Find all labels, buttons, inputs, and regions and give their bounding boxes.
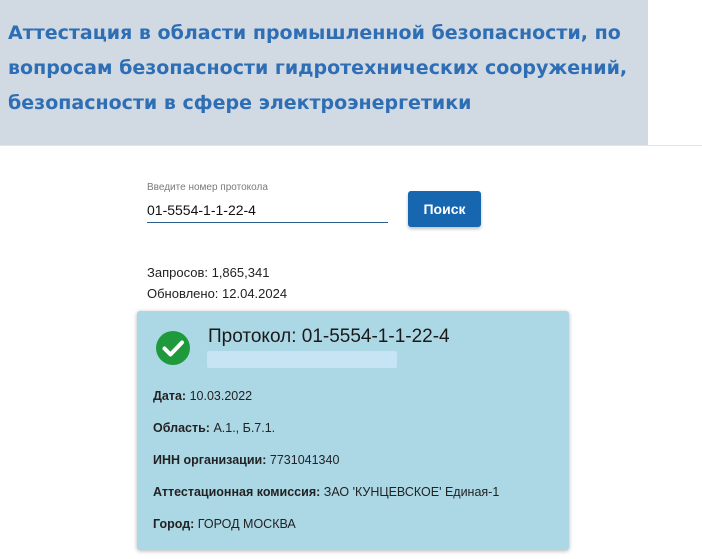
commission-label: Аттестационная комиссия: xyxy=(153,485,321,499)
inn-row: ИНН организации: 7731041340 xyxy=(153,453,339,467)
protocol-number-input[interactable] xyxy=(147,198,388,223)
commission-row: Аттестационная комиссия: ЗАО 'КУНЦЕВСКОЕ… xyxy=(153,485,499,499)
updated-date: Обновлено: 12.04.2024 xyxy=(147,286,288,301)
stats-block: Запросов: 1,865,341 Обновлено: 12.04.202… xyxy=(147,262,287,304)
page-title: Аттестация в области промышленной безопа… xyxy=(8,22,628,114)
inn-label: ИНН организации: xyxy=(153,453,267,467)
check-circle-icon xyxy=(156,331,190,365)
inn-value: 7731041340 xyxy=(269,453,340,467)
result-card: Протокол: 01-5554-1-1-22-4 Дата: 10.03.2… xyxy=(137,311,569,550)
commission-value: ЗАО 'КУНЦЕВСКОЕ' Единая-1 xyxy=(323,485,500,499)
city-row: Город: ГОРОД МОСКВА xyxy=(153,517,296,531)
date-row: Дата: 10.03.2022 xyxy=(153,389,252,403)
city-label: Город: xyxy=(153,517,195,531)
area-row: Область: А.1., Б.7.1. xyxy=(153,421,275,435)
date-value: 10.03.2022 xyxy=(189,389,253,403)
redacted-name-bar xyxy=(207,351,397,368)
protocol-field-label: Введите номер протокола xyxy=(147,182,268,193)
page-header: Аттестация в области промышленной безопа… xyxy=(0,0,648,145)
city-value: ГОРОД МОСКВА xyxy=(197,517,296,531)
search-button[interactable]: Поиск xyxy=(408,191,481,227)
requests-count: Запросов: 1,865,341 xyxy=(147,265,270,280)
date-label: Дата: xyxy=(153,389,187,403)
header-divider xyxy=(0,145,702,146)
area-value: А.1., Б.7.1. xyxy=(213,421,276,435)
protocol-title: Протокол: 01-5554-1-1-22-4 xyxy=(208,326,450,347)
area-label: Область: xyxy=(153,421,210,435)
